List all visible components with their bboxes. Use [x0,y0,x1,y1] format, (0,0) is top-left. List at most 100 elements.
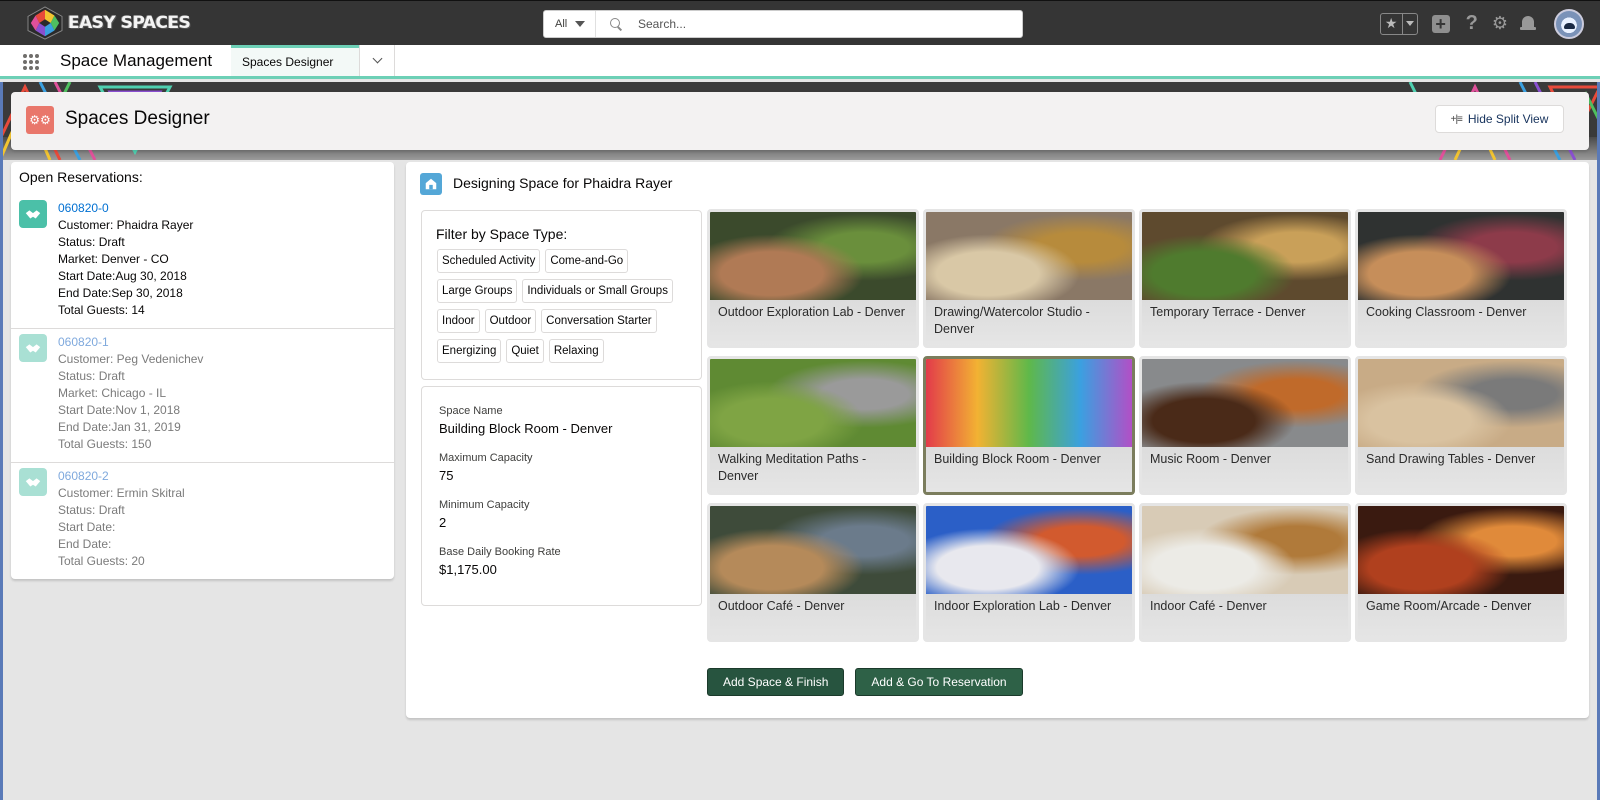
page-header: ⚙⚙ Spaces Designer +|≡ Hide Split View [11,92,1589,150]
space-tile[interactable]: Walking Meditation Paths - Denver [707,356,919,495]
favorites-dropdown[interactable] [1403,14,1417,34]
space-name: Outdoor Exploration Lab - Denver [710,300,916,345]
space-tile[interactable]: Cooking Classroom - Denver [1355,209,1567,348]
reservation-link[interactable]: 060820-0 [58,200,193,217]
reservation-link[interactable]: 060820-1 [58,334,203,351]
space-designer-panel: Designing Space for Phaidra Rayer Filter… [406,162,1589,718]
reservation-status: Status: Draft [58,503,125,517]
space-image [1358,212,1564,300]
designer-title: Designing Space for Phaidra Rayer [453,175,673,191]
space-image [1358,359,1564,447]
search-input[interactable] [638,17,998,31]
filter-title: Filter by Space Type: [436,226,568,242]
search-icon [610,18,622,30]
house-icon [420,173,442,195]
space-tile[interactable]: Sand Drawing Tables - Denver [1355,356,1567,495]
space-name: Music Room - Denver [1142,447,1348,492]
space-name: Drawing/Watercolor Studio - Denver [926,300,1132,345]
reservation-start-date: Start Date: [58,520,116,534]
reservation-total-guests: Total Guests: 20 [58,554,145,568]
reservation-link[interactable]: 060820-2 [58,468,185,485]
space-name-field: Space Name Building Block Room - Denver [439,405,612,436]
space-name: Indoor Café - Denver [1142,594,1348,639]
global-header: EASY SPACES All ★ + ? ⚙ [0,0,1600,45]
space-tile[interactable]: Music Room - Denver [1139,356,1351,495]
filter-pill-list: Scheduled Activity Come-and-Go Large Group… [437,249,697,363]
reservation-market: Market: Chicago - IL [58,386,167,400]
space-tile[interactable]: Outdoor Exploration Lab - Denver [707,209,919,348]
search-scope-dropdown[interactable]: All [544,11,596,37]
hide-split-view-button[interactable]: +|≡ Hide Split View [1435,105,1564,133]
handshake-icon [19,468,47,496]
global-add-icon[interactable]: + [1431,14,1450,33]
open-reservations-panel: Open Reservations: 060820-0 Customer: Ph… [11,162,394,579]
space-image [1142,212,1348,300]
page-title: Spaces Designer [65,108,210,129]
favorites-button[interactable]: ★ [1379,12,1418,35]
reservation-start-date: Start Date:Aug 30, 2018 [58,269,187,283]
star-icon[interactable]: ★ [1381,13,1403,34]
space-image [1142,506,1348,594]
space-tile[interactable]: Outdoor Café - Denver [707,503,919,642]
field-label: Base Daily Booking Rate [439,546,561,558]
filter-pill[interactable]: Energizing [437,339,502,363]
space-tile[interactable]: Temporary Terrace - Denver [1139,209,1351,348]
space-name: Sand Drawing Tables - Denver [1358,447,1564,492]
space-image [1358,506,1564,594]
filter-pill[interactable]: Relaxing [548,339,604,363]
chevron-down-icon [372,53,382,64]
handshake-icon [19,200,47,228]
add-space-finish-button[interactable]: Add Space & Finish [707,668,845,696]
reservation-customer: Customer: Peg Vedenichev [58,352,204,366]
filter-pill[interactable]: Conversation Starter [541,309,657,333]
window-edge [0,82,3,800]
user-avatar[interactable] [1554,8,1584,39]
filter-pill[interactable]: Quiet [506,339,544,363]
space-tile[interactable]: Drawing/Watercolor Studio - Denver [923,209,1135,348]
reservation-item[interactable]: 060820-1 Customer: Peg Vedenichev Status… [11,330,394,463]
space-image [710,212,916,300]
open-reservations-title: Open Reservations: [19,169,143,185]
handshake-icon [19,334,47,362]
space-image [710,506,916,594]
space-tile[interactable]: Game Room/Arcade - Denver [1355,503,1567,642]
space-type-filter: Filter by Space Type: Scheduled Activity… [421,210,702,380]
add-go-to-reservation-button[interactable]: Add & Go To Reservation [855,668,1023,696]
filter-pill[interactable]: Come-and-Go [545,249,629,273]
bell-icon[interactable] [1520,15,1536,33]
field-label: Space Name [439,405,503,417]
filter-pill[interactable]: Outdoor [484,309,537,333]
filter-pill[interactable]: Scheduled Activity [437,249,541,273]
tab-menu-button[interactable] [359,45,395,76]
field-value: 75 [439,468,454,483]
reservation-end-date: End Date:Sep 30, 2018 [58,286,183,300]
gear-icon[interactable]: ⚙ [1492,13,1508,34]
reservation-market: Market: Denver - CO [58,252,169,266]
space-tile[interactable]: Indoor Exploration Lab - Denver [923,503,1135,642]
field-value: 2 [439,515,447,530]
space-name: Indoor Exploration Lab - Denver [926,594,1132,639]
app-launcher-icon[interactable] [23,54,39,70]
app-navigation-bar: Space Management Spaces Designer [0,45,1600,79]
help-icon[interactable]: ? [1466,12,1478,35]
reservation-total-guests: Total Guests: 14 [58,303,145,317]
field-label: Minimum Capacity [439,499,530,511]
space-tile[interactable]: Building Block Room - Denver [923,356,1135,495]
booking-rate-field: Base Daily Booking Rate $1,175.00 [439,546,561,577]
reservation-item[interactable]: 060820-2 Customer: Ermin Skitral Status:… [11,464,394,579]
filter-pill[interactable]: Large Groups [437,279,518,303]
reservation-end-date: End Date: [58,537,112,551]
space-details-card: Space Name Building Block Room - Denver … [421,386,702,606]
reservation-item[interactable]: 060820-0 Customer: Phaidra Rayer Status:… [11,196,394,329]
app-logo[interactable]: EASY SPACES [26,6,191,40]
filter-pill[interactable]: Indoor [437,309,480,333]
header-actions: ★ + ? ⚙ [1379,1,1600,46]
tab-spaces-designer[interactable]: Spaces Designer [231,45,359,76]
space-name: Building Block Room - Denver [926,447,1132,492]
caret-down-icon [1405,21,1414,26]
filter-pill[interactable]: Individuals or Small Groups [522,279,673,303]
space-tile[interactable]: Indoor Café - Denver [1139,503,1351,642]
reservation-start-date: Start Date:Nov 1, 2018 [58,403,181,417]
reservation-end-date: End Date:Jan 31, 2019 [58,420,181,434]
space-name: Cooking Classroom - Denver [1358,300,1564,345]
